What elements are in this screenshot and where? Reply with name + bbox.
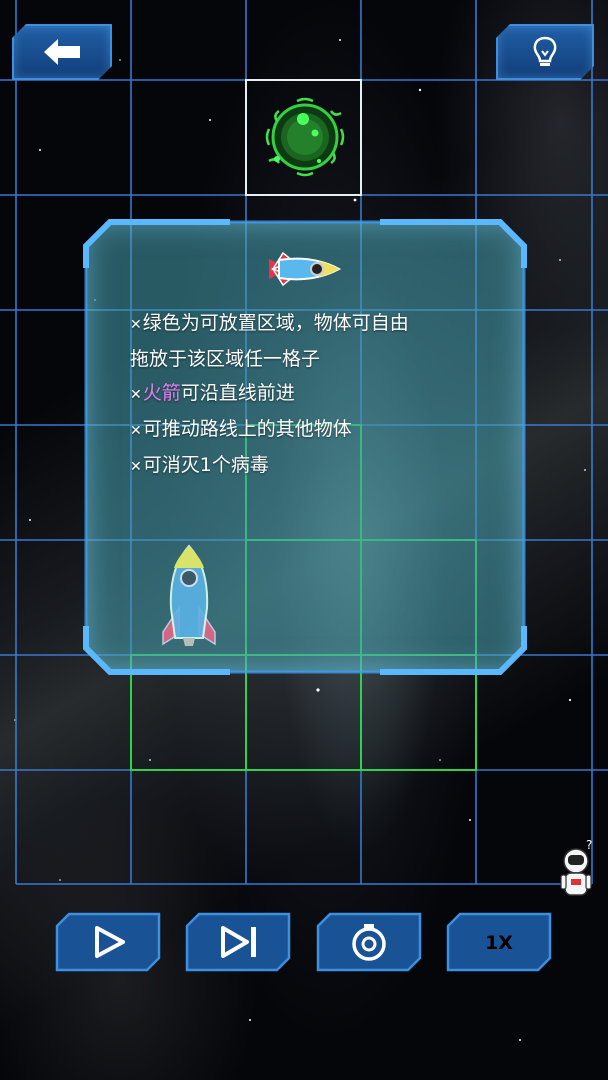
info-line-2: 拖放于该区域任一格子 bbox=[130, 348, 321, 370]
arrow-left-icon bbox=[40, 35, 84, 69]
info-panel-text: ✕绿色为可放置区域，物体可自由 拖放于该区域任一格子 ✕火箭可沿直线前进 ✕可推… bbox=[130, 306, 480, 484]
rocket-keyword: 火箭 bbox=[142, 382, 181, 404]
bullet-icon: ✕ bbox=[130, 459, 142, 475]
play-button[interactable] bbox=[55, 912, 161, 972]
lightbulb-icon bbox=[530, 34, 560, 70]
bullet-icon: ✕ bbox=[130, 387, 142, 403]
back-button[interactable] bbox=[12, 24, 112, 80]
info-line-3: ✕火箭可沿直线前进 bbox=[130, 382, 295, 404]
info-line-1: ✕绿色为可放置区域，物体可自由 bbox=[130, 312, 409, 334]
bullet-icon: ✕ bbox=[130, 317, 142, 333]
reset-button[interactable] bbox=[316, 912, 422, 972]
speed-label: 1X bbox=[485, 932, 513, 954]
game-board: ? ✕绿色为可放置区域，物体可自由 拖放于该区域任一格子 ✕火箭可沿直线前进 ✕… bbox=[0, 0, 608, 1080]
step-button[interactable] bbox=[185, 912, 291, 972]
speed-button[interactable]: 1X bbox=[446, 912, 552, 972]
hint-button[interactable] bbox=[496, 24, 594, 80]
info-line-4: ✕可推动路线上的其他物体 bbox=[130, 418, 352, 440]
bullet-icon: ✕ bbox=[130, 423, 142, 439]
info-line-5: ✕可消灭1个病毒 bbox=[130, 454, 269, 476]
